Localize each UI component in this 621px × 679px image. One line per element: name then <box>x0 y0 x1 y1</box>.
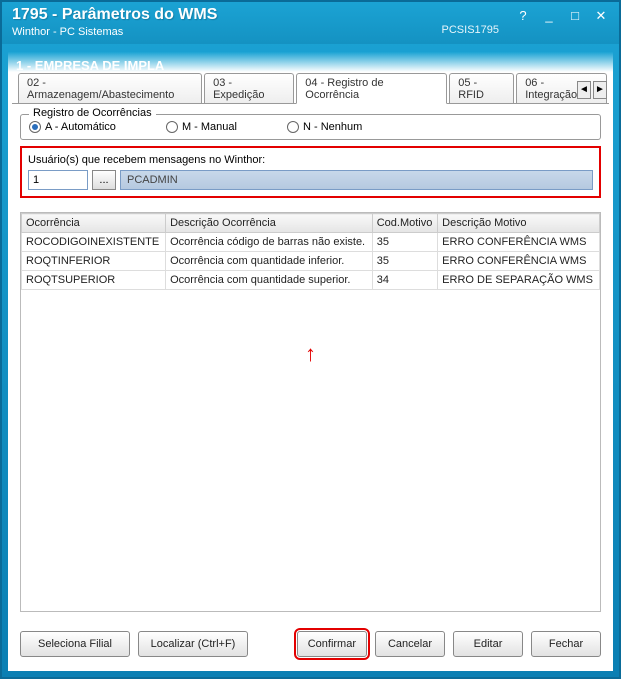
radio-icon <box>29 121 41 133</box>
ocorrencias-table-wrap: Ocorrência Descrição Ocorrência Cod.Moti… <box>20 212 601 612</box>
radio-manual[interactable]: M - Manual <box>166 121 237 133</box>
usuarios-label: Usuário(s) que recebem mensagens no Wint… <box>28 154 593 166</box>
usuario-name-input <box>120 170 593 190</box>
radio-label: A - Automático <box>45 121 116 133</box>
localizar-button[interactable]: Localizar (Ctrl+F) <box>138 631 248 657</box>
cell: ERRO CONFERÊNCIA WMS <box>438 233 600 252</box>
table-header-row: Ocorrência Descrição Ocorrência Cod.Moti… <box>22 214 600 233</box>
radio-icon <box>287 121 299 133</box>
window-subtitle: Winthor - PC Sistemas <box>12 26 609 38</box>
cell: Ocorrência código de barras não existe. <box>166 233 373 252</box>
ocorrencias-table: Ocorrência Descrição Ocorrência Cod.Moti… <box>21 213 600 290</box>
radio-automatico[interactable]: A - Automático <box>29 121 116 133</box>
cell: Ocorrência com quantidade inferior. <box>166 252 373 271</box>
maximize-icon[interactable]: □ <box>565 8 585 24</box>
cell: ERRO CONFERÊNCIA WMS <box>438 252 600 271</box>
button-bar: Seleciona Filial Localizar (Ctrl+F) Conf… <box>20 629 601 659</box>
close-icon[interactable]: ✕ <box>591 8 611 24</box>
inner-panel: 02 - Armazenagem/Abastecimento 03 - Expe… <box>12 78 609 667</box>
tab-scroll: ◄ ► <box>577 81 607 99</box>
table-row[interactable]: ROQTSUPERIOR Ocorrência com quantidade s… <box>22 271 600 290</box>
editar-button[interactable]: Editar <box>453 631 523 657</box>
registro-group-label: Registro de Ocorrências <box>29 107 156 119</box>
tab-panel: Registro de Ocorrências A - Automático M… <box>20 108 601 623</box>
minimize-icon[interactable]: _ <box>539 8 559 24</box>
radio-nenhum[interactable]: N - Nenhum <box>287 121 362 133</box>
tab-scroll-left-icon[interactable]: ◄ <box>577 81 591 99</box>
content-area: 1 - EMPRESA DE IMPLA 02 - Armazenagem/Ab… <box>8 52 613 671</box>
cell: 34 <box>372 271 437 290</box>
usuario-code-input[interactable] <box>28 170 88 190</box>
window-code: PCSIS1795 <box>442 24 499 36</box>
titlebar: 1795 - Parâmetros do WMS Winthor - PC Si… <box>2 2 619 44</box>
cancelar-button[interactable]: Cancelar <box>375 631 445 657</box>
cell: ROQTSUPERIOR <box>22 271 166 290</box>
app-window: 1795 - Parâmetros do WMS Winthor - PC Si… <box>0 0 621 679</box>
seleciona-filial-button[interactable]: Seleciona Filial <box>20 631 130 657</box>
confirmar-button[interactable]: Confirmar <box>297 631 367 657</box>
cell: Ocorrência com quantidade superior. <box>166 271 373 290</box>
radio-icon <box>166 121 178 133</box>
help-icon[interactable]: ? <box>513 8 533 24</box>
cell: 35 <box>372 252 437 271</box>
col-descricao-ocorrencia[interactable]: Descrição Ocorrência <box>166 214 373 233</box>
fechar-button[interactable]: Fechar <box>531 631 601 657</box>
radio-label: M - Manual <box>182 121 237 133</box>
tab-registro-ocorrencia[interactable]: 04 - Registro de Ocorrência <box>296 73 447 104</box>
cell: ROQTINFERIOR <box>22 252 166 271</box>
table-row[interactable]: ROCODIGOINEXISTENTE Ocorrência código de… <box>22 233 600 252</box>
arrow-up-annotation-icon: ↑ <box>305 341 316 367</box>
tab-scroll-right-icon[interactable]: ► <box>593 81 607 99</box>
table-row[interactable]: ROQTINFERIOR Ocorrência com quantidade i… <box>22 252 600 271</box>
col-descricao-motivo[interactable]: Descrição Motivo <box>438 214 600 233</box>
cell: ROCODIGOINEXISTENTE <box>22 233 166 252</box>
tab-expedicao[interactable]: 03 - Expedição <box>204 73 294 103</box>
cell: ERRO DE SEPARAÇÃO WMS <box>438 271 600 290</box>
col-ocorrencia[interactable]: Ocorrência <box>22 214 166 233</box>
tabs-row: 02 - Armazenagem/Abastecimento 03 - Expe… <box>12 78 609 104</box>
window-controls: ? _ □ ✕ <box>513 8 611 24</box>
radio-label: N - Nenhum <box>303 121 362 133</box>
registro-radio-row: A - Automático M - Manual N - Nenhum <box>29 121 592 133</box>
col-cod-motivo[interactable]: Cod.Motivo <box>372 214 437 233</box>
lookup-button[interactable]: ... <box>92 170 116 190</box>
usuarios-highlight: Usuário(s) que recebem mensagens no Wint… <box>20 146 601 198</box>
tab-rfid[interactable]: 05 - RFID <box>449 73 514 103</box>
registro-group: Registro de Ocorrências A - Automático M… <box>20 114 601 140</box>
tab-armazenagem[interactable]: 02 - Armazenagem/Abastecimento <box>18 73 202 103</box>
usuarios-field-row: ... <box>28 170 593 190</box>
cell: 35 <box>372 233 437 252</box>
